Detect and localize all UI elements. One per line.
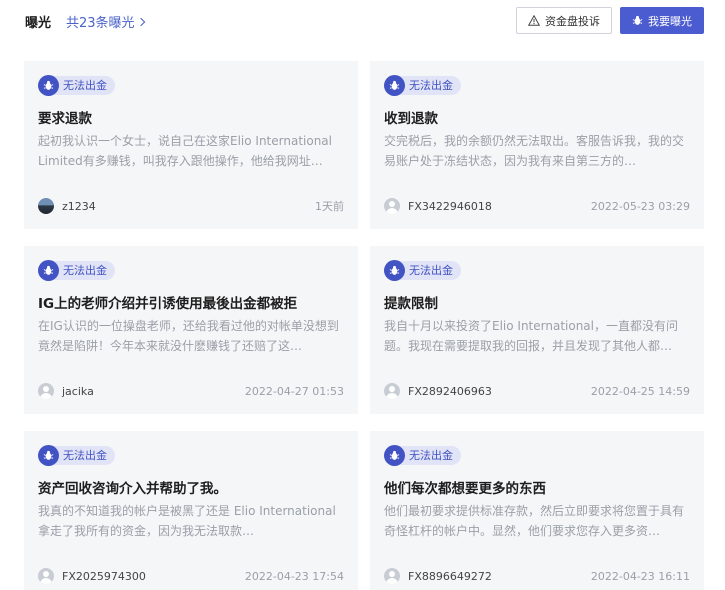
card-description: 我自十月以来投资了Elio International，一直都没有问题。我现在需… xyxy=(384,319,678,353)
user-avatar-icon xyxy=(38,198,54,214)
card-title: 收到退款 xyxy=(384,111,438,127)
timestamp: 1天前 xyxy=(315,200,344,213)
card-title: 要求退款 xyxy=(38,111,92,127)
username: FX2025974300 xyxy=(62,569,146,583)
card-footer: FX3422946018 2022-05-23 03:29 xyxy=(384,197,690,215)
username: jacika xyxy=(62,384,94,398)
user-avatar-icon xyxy=(384,568,400,584)
complaint-button-label: 资金盘投诉 xyxy=(545,14,600,28)
page-header: 曝光 共23条曝光 资金盘投诉 我要曝光 xyxy=(0,0,725,42)
expose-button-label: 我要曝光 xyxy=(648,14,692,28)
timestamp: 2022-04-23 16:11 xyxy=(590,569,690,583)
card-description: 交完税后，我的余额仍然无法取出。客服告诉我，我的交易账户处于冻结状态，因为我有来… xyxy=(384,134,685,168)
timestamp: 2022-04-27 01:53 xyxy=(244,384,344,398)
status-badge: 无法出金 xyxy=(384,445,461,466)
card-footer: z1234 1天前 xyxy=(38,197,344,215)
exposure-count-label: 共23条曝光 xyxy=(66,16,135,31)
exposure-card[interactable]: 无法出金 IG上的老师介绍并引诱使用最後出金都被拒 在IG认识的一位操盘老师，还… xyxy=(24,246,358,414)
bug-icon xyxy=(38,445,59,466)
exposure-card[interactable]: 无法出金 要求退款 起初我认识一个女士，说自己在这家Elio Internati… xyxy=(24,61,358,229)
timestamp: 2022-04-25 14:59 xyxy=(590,384,690,398)
card-description: 起初我认识一个女士，说自己在这家Elio International Limit… xyxy=(38,134,332,168)
chevron-right-icon xyxy=(136,17,145,27)
exposure-card[interactable]: 无法出金 资产回收咨询介入并帮助了我。 我真的不知道我的帐户是被黑了还是 Eli… xyxy=(24,431,358,590)
user-avatar-icon xyxy=(38,383,54,399)
card-description: 在IG认识的一位操盘老师，还给我看过他的对帐单没想到竟然是陷阱！今年本来就没什麽… xyxy=(38,319,339,353)
fund-scheme-complaint-button[interactable]: 资金盘投诉 xyxy=(516,7,612,34)
card-footer: FX2892406963 2022-04-25 14:59 xyxy=(384,382,690,400)
username: FX3422946018 xyxy=(408,199,492,213)
timestamp: 2022-04-23 17:54 xyxy=(244,569,344,583)
page-title: 曝光 xyxy=(25,16,52,31)
bug-icon xyxy=(384,75,405,96)
card-footer: FX8896649272 2022-04-23 16:11 xyxy=(384,567,690,585)
card-description: 他们最初要求提供标准存款，然后立即要求将您置于具有奇怪杠杆的帐户中。显然，他们要… xyxy=(384,504,685,538)
bug-icon xyxy=(384,445,405,466)
status-badge: 无法出金 xyxy=(38,75,115,96)
user-avatar-icon xyxy=(38,568,54,584)
bug-icon xyxy=(38,75,59,96)
timestamp: 2022-05-23 03:29 xyxy=(590,199,690,213)
expose-button[interactable]: 我要曝光 xyxy=(620,7,704,34)
card-title: 资产回收咨询介入并帮助了我。 xyxy=(38,481,227,497)
user-avatar-icon xyxy=(384,383,400,399)
bug-icon xyxy=(632,15,643,25)
status-badge: 无法出金 xyxy=(384,260,461,281)
status-badge: 无法出金 xyxy=(38,260,115,281)
exposure-card[interactable]: 无法出金 提款限制 我自十月以来投资了Elio International，一直… xyxy=(370,246,704,414)
exposure-card[interactable]: 无法出金 他们每次都想要更多的东西 他们最初要求提供标准存款，然后立即要求将您置… xyxy=(370,431,704,590)
exposure-count-link[interactable]: 共23条曝光 xyxy=(66,12,145,31)
card-description: 我真的不知道我的帐户是被黑了还是 Elio International拿走了我所… xyxy=(38,504,336,538)
bug-icon xyxy=(38,260,59,281)
username: z1234 xyxy=(62,199,96,213)
user-avatar-icon xyxy=(384,198,400,214)
bug-icon xyxy=(384,260,405,281)
warning-icon xyxy=(528,15,540,26)
card-title: 他们每次都想要更多的东西 xyxy=(384,481,546,497)
username: FX2892406963 xyxy=(408,384,492,398)
card-title: 提款限制 xyxy=(384,296,438,312)
status-badge: 无法出金 xyxy=(384,75,461,96)
username: FX8896649272 xyxy=(408,569,492,583)
card-footer: FX2025974300 2022-04-23 17:54 xyxy=(38,567,344,585)
card-footer: jacika 2022-04-27 01:53 xyxy=(38,382,344,400)
exposure-card[interactable]: 无法出金 收到退款 交完税后，我的余额仍然无法取出。客服告诉我，我的交易账户处于… xyxy=(370,61,704,229)
card-title: IG上的老师介绍并引诱使用最後出金都被拒 xyxy=(38,296,298,312)
status-badge: 无法出金 xyxy=(38,445,115,466)
